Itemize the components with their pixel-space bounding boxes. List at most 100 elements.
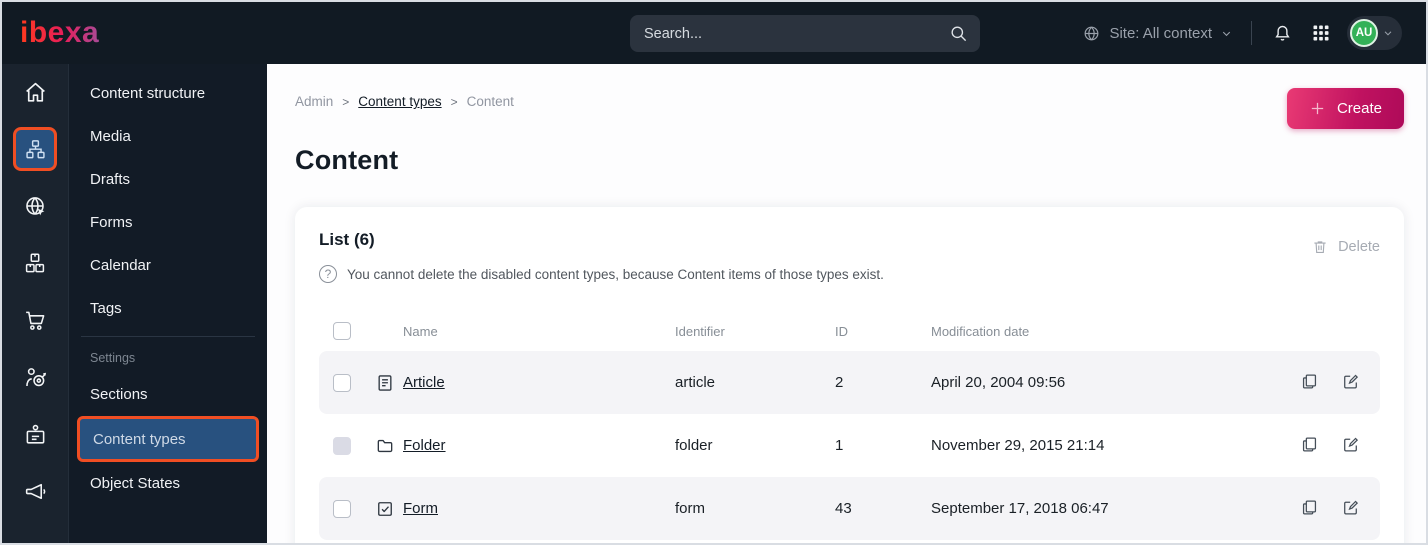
sitemap-icon	[24, 138, 47, 161]
create-button[interactable]: Create	[1286, 88, 1404, 129]
cell-identifier: folder	[675, 437, 713, 454]
row-actions	[1282, 435, 1366, 457]
info-text: You cannot delete the disabled content t…	[347, 266, 884, 282]
body-row: Content structure Media Drafts Forms Cal…	[2, 64, 1426, 543]
icon-rail	[2, 64, 69, 543]
row-checkbox[interactable]	[333, 373, 351, 392]
topbar: ibexa Site: All context	[2, 2, 1426, 64]
packages-icon	[23, 251, 47, 275]
sidebar-divider	[81, 336, 255, 337]
sidebar-item-forms[interactable]: Forms	[77, 201, 259, 244]
sidebar-item-object-states[interactable]: Object States	[77, 462, 259, 505]
search-icon[interactable]	[949, 24, 968, 43]
rail-item-corporate-account[interactable]	[13, 412, 57, 456]
select-all-checkbox[interactable]	[333, 322, 351, 340]
personalization-target-icon	[23, 365, 48, 390]
page-title: Content	[295, 145, 399, 175]
main-content: Admin > Content types > Content Create C…	[267, 64, 1426, 543]
copy-button[interactable]	[1300, 372, 1319, 394]
copy-button[interactable]	[1300, 435, 1319, 457]
rail-item-marketing[interactable]	[13, 469, 57, 513]
table-row: Article article 2 April 20, 2004 09:56	[319, 351, 1380, 414]
content-types-panel: List (6) Delete ? You cannot delete the …	[295, 207, 1404, 543]
row-actions	[1282, 372, 1366, 394]
cell-identifier: form	[675, 500, 705, 517]
cell-modification-date: September 17, 2018 06:47	[931, 500, 1109, 517]
avatar: AU	[1350, 19, 1378, 47]
rail-item-dashboard[interactable]	[13, 70, 57, 114]
content-type-link[interactable]: Article	[403, 374, 445, 391]
rail-item-site-overview[interactable]	[13, 184, 57, 228]
table-row: Form form 43 September 17, 2018 06:47	[319, 477, 1380, 540]
breadcrumb-admin: Admin	[295, 94, 334, 109]
search-input[interactable]	[644, 25, 949, 42]
list-title: List (6)	[319, 230, 375, 249]
shopping-cart-icon	[23, 308, 48, 333]
row-actions	[1282, 498, 1366, 520]
site-context-label: Site: All context	[1109, 24, 1212, 42]
cell-identifier: article	[675, 374, 716, 391]
panel-header: List (6) Delete	[319, 230, 1380, 256]
globe-cursor-icon	[23, 194, 48, 219]
copy-button[interactable]	[1300, 498, 1319, 520]
rail-item-commerce[interactable]	[13, 298, 57, 342]
id-badge-icon	[23, 422, 48, 447]
cell-id: 43	[835, 500, 852, 517]
help-question-icon: ?	[319, 265, 337, 283]
article-icon	[367, 373, 403, 393]
sidebar-item-media[interactable]: Media	[77, 115, 259, 158]
globe-icon	[1082, 24, 1101, 43]
user-menu-chevron-icon	[1382, 27, 1394, 39]
rail-item-product-catalog[interactable]	[13, 241, 57, 285]
chevron-down-icon	[1220, 27, 1233, 40]
megaphone-icon	[23, 479, 48, 504]
row-checkbox-disabled	[333, 436, 351, 455]
breadcrumb-content-types-link[interactable]: Content types	[358, 94, 441, 109]
breadcrumb-separator: >	[342, 94, 350, 109]
sidebar-item-sections[interactable]: Sections	[77, 373, 259, 416]
edit-button[interactable]	[1341, 498, 1360, 520]
folder-icon	[367, 436, 403, 456]
content-type-link[interactable]: Folder	[403, 437, 446, 454]
topbar-right-group: Site: All context AU	[1082, 16, 1402, 50]
sidebar-item-tags[interactable]: Tags	[77, 287, 259, 330]
global-search[interactable]	[630, 15, 980, 52]
header-name: Name	[403, 323, 438, 339]
info-row: ? You cannot delete the disabled content…	[319, 265, 1380, 283]
sidebar-item-calendar[interactable]: Calendar	[77, 244, 259, 287]
create-button-label: Create	[1336, 100, 1382, 117]
sidebar-item-content-structure[interactable]: Content structure	[77, 72, 259, 115]
app-window: ibexa Site: All context	[0, 0, 1428, 545]
delete-button-label: Delete	[1338, 239, 1380, 255]
header-modification-date: Modification date	[931, 323, 1030, 339]
notifications-bell-icon[interactable]	[1270, 21, 1295, 46]
home-icon	[23, 80, 48, 105]
trash-icon	[1311, 238, 1329, 256]
header-identifier: Identifier	[675, 323, 725, 339]
content-type-link[interactable]: Form	[403, 500, 438, 517]
table-row: Folder folder 1 November 29, 2015 21:14	[319, 414, 1380, 477]
cell-modification-date: April 20, 2004 09:56	[931, 374, 1066, 391]
site-context-selector[interactable]: Site: All context	[1082, 24, 1233, 43]
breadcrumb-current: Content	[466, 94, 514, 109]
edit-button[interactable]	[1341, 435, 1360, 457]
breadcrumb-separator: >	[450, 94, 458, 109]
cell-id: 2	[835, 374, 844, 391]
rail-item-personalization[interactable]	[13, 355, 57, 399]
apps-grid-icon[interactable]	[1309, 21, 1333, 45]
row-checkbox[interactable]	[333, 499, 351, 518]
rail-item-content-structure[interactable]	[13, 127, 57, 171]
cell-id: 1	[835, 437, 844, 454]
header-id: ID	[835, 323, 848, 339]
user-menu[interactable]: AU	[1347, 16, 1402, 50]
delete-button[interactable]: Delete	[1311, 230, 1380, 256]
sidebar-item-content-types[interactable]: Content types	[77, 416, 259, 462]
breadcrumb: Admin > Content types > Content	[295, 94, 1404, 109]
plus-icon	[1309, 100, 1326, 117]
sidebar-item-drafts[interactable]: Drafts	[77, 158, 259, 201]
sidebar-menu: Content structure Media Drafts Forms Cal…	[69, 64, 267, 543]
edit-button[interactable]	[1341, 372, 1360, 394]
cell-modification-date: November 29, 2015 21:14	[931, 437, 1105, 454]
table-header-row: Name Identifier ID Modification date	[319, 311, 1380, 351]
sidebar-section-settings: Settings	[90, 351, 136, 365]
